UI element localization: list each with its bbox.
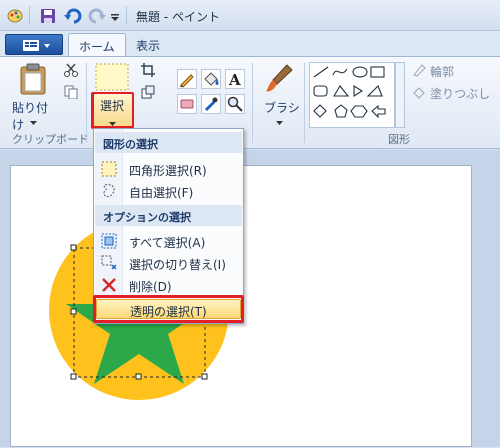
- menu-item-label: 自由選択(F): [129, 186, 194, 200]
- title-bar: 無題 - ペイント: [0, 0, 500, 31]
- fill-tool[interactable]: [201, 69, 221, 89]
- free-form-select-icon: [101, 183, 117, 199]
- menu-section-shape: 図形の選択: [95, 132, 242, 153]
- cut-icon[interactable]: [64, 63, 78, 80]
- divider: [252, 63, 253, 143]
- tab-view-label: 表示: [136, 39, 161, 53]
- fill-icon: [412, 85, 426, 102]
- brush-icon: [266, 64, 293, 92]
- magnifier-tool[interactable]: [225, 94, 245, 114]
- divider: [126, 6, 127, 24]
- brush-button[interactable]: ブラシ: [258, 61, 300, 125]
- menu-item-rectangular-selection[interactable]: 四角形選択(R): [95, 158, 242, 180]
- tab-home[interactable]: ホーム: [68, 33, 126, 57]
- group-shapes-label: 図形: [388, 133, 410, 146]
- divider: [304, 63, 305, 143]
- chevron-down-icon: [276, 115, 283, 128]
- tab-view[interactable]: 表示: [126, 33, 170, 57]
- menu-item-delete[interactable]: 削除(D): [95, 274, 242, 296]
- eraser-icon: [180, 99, 194, 109]
- paint-menu-button[interactable]: [5, 34, 63, 55]
- text-icon: A: [228, 71, 241, 89]
- paint-app-icon[interactable]: [6, 8, 24, 27]
- menu-item-label: すべて選択(A): [129, 236, 206, 250]
- menu-item-label: 削除(D): [129, 280, 172, 294]
- outline-label[interactable]: 輪郭: [430, 63, 454, 80]
- save-icon[interactable]: [40, 8, 56, 27]
- pencil-icon: [180, 74, 194, 88]
- divider: [29, 6, 30, 24]
- copy-icon[interactable]: [64, 85, 78, 102]
- group-clipboard-label: クリップボード: [12, 133, 89, 146]
- select-dropdown-button[interactable]: 選択: [94, 94, 132, 126]
- clipboard-icon: [20, 63, 46, 95]
- eraser-tool[interactable]: [177, 94, 197, 114]
- shapes-gallery[interactable]: [309, 62, 395, 128]
- brush-label: ブラシ: [264, 101, 300, 115]
- invert-selection-icon: [101, 255, 117, 271]
- ribbon-tab-row: ホーム 表示: [0, 31, 500, 57]
- transparent-selection-highlight: [93, 295, 244, 323]
- menu-item-invert-selection[interactable]: 選択の切り替え(I): [95, 252, 242, 274]
- menu-item-label: 選択の切り替え(I): [129, 258, 226, 272]
- ribbon: 貼り付け クリップボード 選択 A ブラシ 輪郭 塗りつぶし 図形: [0, 56, 500, 149]
- menu-section-options: オプションの選択: [95, 205, 242, 226]
- select-label: 選択: [100, 99, 125, 113]
- menu-item-free-form-selection[interactable]: 自由選択(F): [95, 180, 242, 202]
- customize-quick-access-icon[interactable]: [110, 12, 120, 25]
- shapes-scroll[interactable]: [395, 62, 405, 128]
- rectangle-select-icon: [95, 63, 129, 91]
- menu-item-select-all[interactable]: すべて選択(A): [95, 230, 242, 252]
- chevron-down-icon: [30, 115, 37, 128]
- shapes-icon: [313, 66, 386, 119]
- tab-home-label: ホーム: [79, 40, 115, 54]
- window-title: 無題 - ペイント: [136, 10, 220, 24]
- pencil-tool[interactable]: [177, 69, 197, 89]
- menu-item-label: 四角形選択(R): [129, 164, 207, 178]
- rectangle-select-icon: [101, 161, 117, 177]
- color-picker-tool[interactable]: [201, 94, 221, 114]
- redo-icon[interactable]: [88, 8, 106, 27]
- svg-text:A: A: [228, 71, 241, 88]
- fill-label[interactable]: 塗りつぶし: [430, 85, 490, 102]
- paste-button[interactable]: 貼り付け: [10, 61, 56, 132]
- paint-bucket-icon: [204, 72, 219, 86]
- undo-icon[interactable]: [64, 8, 82, 27]
- text-tool[interactable]: A: [225, 69, 245, 89]
- delete-icon: [101, 277, 117, 293]
- eyedropper-icon: [204, 97, 218, 112]
- divider: [86, 63, 87, 143]
- outline-icon: [412, 63, 426, 80]
- select-all-icon: [101, 233, 117, 249]
- crop-icon[interactable]: [141, 63, 155, 80]
- resize-icon[interactable]: [141, 85, 155, 102]
- magnifier-icon: [227, 96, 243, 112]
